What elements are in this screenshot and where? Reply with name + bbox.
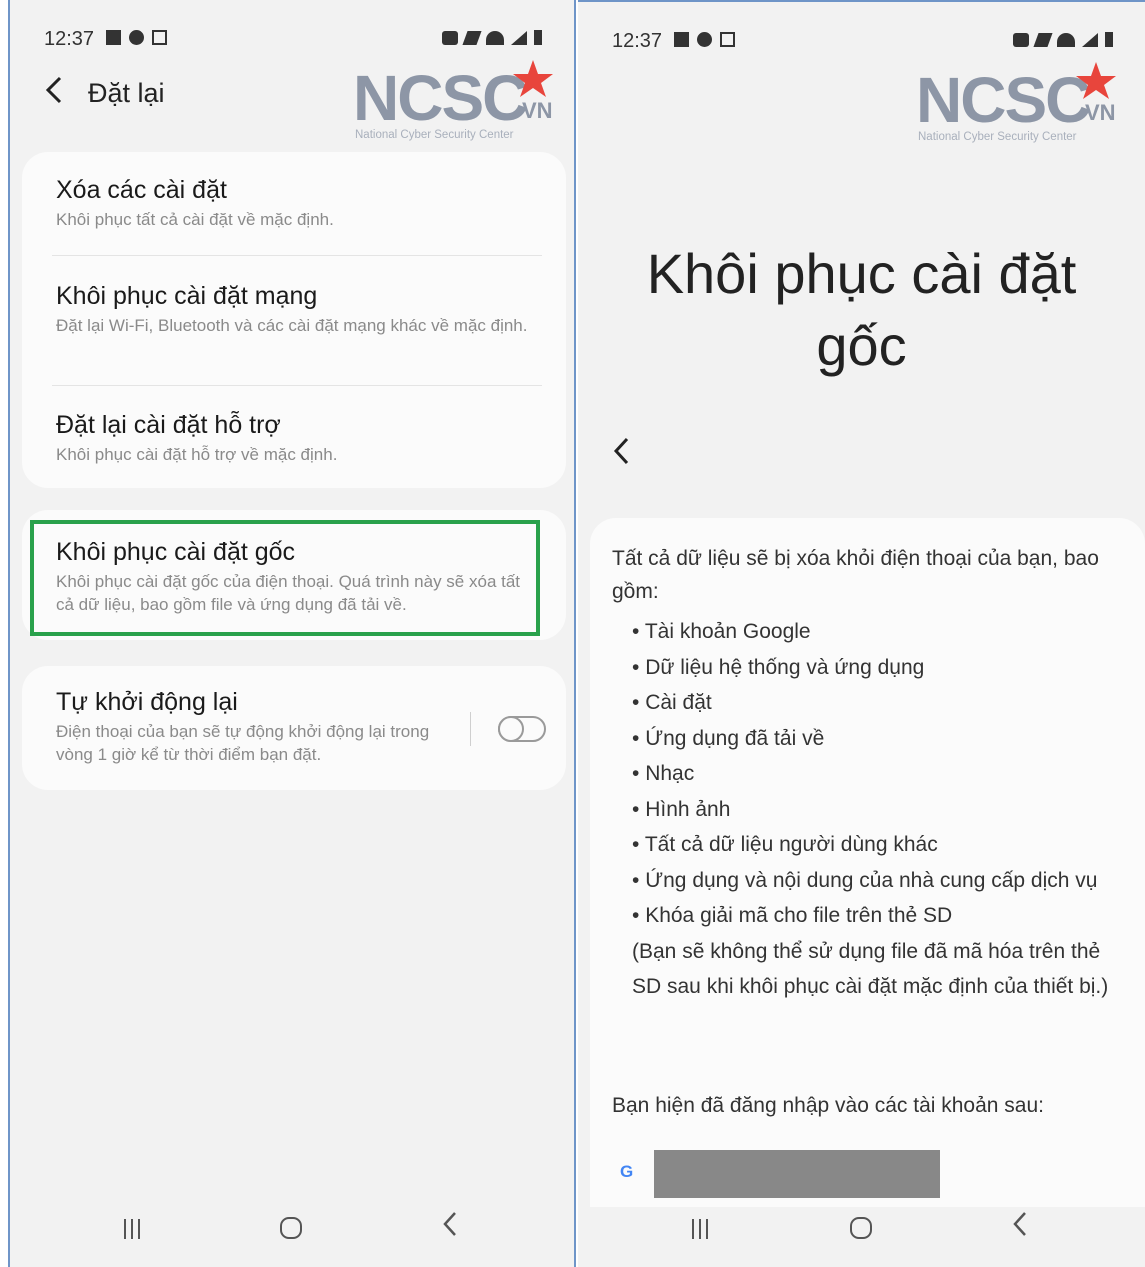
right-phone-screen: 12:37 NCSC VN National Cyber Security Ce… xyxy=(578,0,1145,1267)
factory-reset-info-card: Tất cả dữ liệu sẽ bị xóa khỏi điện thoại… xyxy=(590,518,1145,1207)
svg-text:National Cyber Security Center: National Cyber Security Center xyxy=(355,129,514,141)
left-phone-screen: 12:37 Đặt lại NCSC VN National Cyber Sec… xyxy=(8,0,576,1267)
navigation-bar xyxy=(578,1197,1145,1267)
list-item: Cài đặt xyxy=(632,685,1125,721)
auto-restart-item[interactable]: Tự khởi động lại Điện thoại của bạn sẽ t… xyxy=(56,686,436,766)
message-icon xyxy=(674,32,689,47)
calendar-icon xyxy=(152,30,167,45)
navigation-bar xyxy=(10,1197,574,1267)
item-title: Khôi phục cài đặt mạng xyxy=(56,282,318,310)
back-button[interactable] xyxy=(42,74,72,114)
alarm-icon xyxy=(1013,33,1029,47)
list-item: Ứng dụng và nội dung của nhà cung cấp dị… xyxy=(632,863,1125,899)
battery-icon xyxy=(1105,32,1113,47)
reset-options-card: Xóa các cài đặt Khôi phục tất cả cài đặt… xyxy=(22,152,566,488)
toggle-knob xyxy=(498,716,524,742)
svg-text:NCSC: NCSC xyxy=(353,62,527,134)
chevron-left-icon xyxy=(45,76,62,104)
recent-apps-button[interactable] xyxy=(692,1219,708,1239)
item-desc: Khôi phục cài đặt hỗ trợ về mặc định. xyxy=(56,445,338,464)
back-icon xyxy=(1013,1212,1026,1236)
list-item: Tất cả dữ liệu người dùng khác xyxy=(632,827,1125,863)
status-bar: 12:37 xyxy=(578,28,1145,56)
factory-reset-card: Khôi phục cài đặt gốc Khôi phục cài đặt … xyxy=(22,510,566,640)
calendar-icon xyxy=(720,32,735,47)
page-title: Đặt lại xyxy=(88,78,165,108)
erased-data-list: Tài khoản Google Dữ liệu hệ thống và ứng… xyxy=(632,614,1125,1005)
home-button[interactable] xyxy=(280,1217,302,1239)
back-icon xyxy=(443,1212,456,1236)
svg-text:National Cyber Security Center: National Cyber Security Center xyxy=(918,131,1077,143)
status-bar: 12:37 xyxy=(10,26,574,54)
mute-icon xyxy=(1033,33,1053,47)
wifi-icon xyxy=(1057,33,1075,47)
reset-network-item[interactable]: Khôi phục cài đặt mạng Đặt lại Wi-Fi, Bl… xyxy=(56,280,542,337)
page-title: Khôi phục cài đặt gốc xyxy=(646,241,1077,377)
chevron-left-icon xyxy=(613,437,629,465)
recent-apps-button[interactable] xyxy=(124,1219,140,1239)
divider xyxy=(52,385,542,386)
svg-text:NCSC: NCSC xyxy=(916,64,1090,136)
ncsc-logo: NCSC VN National Cyber Security Center xyxy=(916,60,1126,150)
notification-icons xyxy=(674,32,735,47)
toggle-separator xyxy=(470,712,471,746)
list-item: Hình ảnh xyxy=(632,792,1125,828)
wifi-icon xyxy=(486,31,504,45)
list-item: Ứng dụng đã tải về xyxy=(632,721,1125,757)
system-icons xyxy=(442,30,542,45)
back-button[interactable] xyxy=(612,436,630,475)
reset-settings-item[interactable]: Xóa các cài đặt Khôi phục tất cả cài đặt… xyxy=(56,174,542,231)
message-icon xyxy=(106,30,121,45)
item-title: Xóa các cài đặt xyxy=(56,176,227,204)
list-item: Dữ liệu hệ thống và ứng dụng xyxy=(632,650,1125,686)
alarm-icon xyxy=(442,31,458,45)
data-erase-intro: Tất cả dữ liệu sẽ bị xóa khỏi điện thoại… xyxy=(612,547,1099,603)
nav-back-button[interactable] xyxy=(1012,1209,1028,1245)
item-desc: Điện thoại của bạn sẽ tự động khởi động … xyxy=(56,722,430,764)
nav-back-button[interactable] xyxy=(442,1209,458,1245)
status-time: 12:37 xyxy=(44,28,95,50)
home-button[interactable] xyxy=(850,1217,872,1239)
status-time: 12:37 xyxy=(612,30,663,52)
list-item: Khóa giải mã cho file trên thẻ SD xyxy=(632,898,1125,934)
reset-accessibility-item[interactable]: Đặt lại cài đặt hỗ trợ Khôi phục cài đặt… xyxy=(56,409,542,466)
battery-icon xyxy=(534,30,542,45)
google-icon: G xyxy=(620,1162,634,1181)
accounts-label: Bạn hiện đã đăng nhập vào các tài khoản … xyxy=(612,1094,1044,1117)
signal-icon xyxy=(1082,33,1098,47)
list-item: Nhạc xyxy=(632,756,1125,792)
item-desc: Đặt lại Wi-Fi, Bluetooth và các cài đặt … xyxy=(56,316,528,335)
item-title: Tự khởi động lại xyxy=(56,688,238,716)
system-icons xyxy=(1013,32,1113,47)
ncsc-logo: NCSC VN National Cyber Security Center xyxy=(353,58,563,148)
sd-card-note: (Bạn sẽ không thể sử dụng file đã mã hóa… xyxy=(632,939,1109,999)
sync-icon xyxy=(697,32,712,47)
redacted-account-email xyxy=(654,1150,940,1198)
mute-icon xyxy=(462,31,482,45)
item-title: Đặt lại cài đặt hỗ trợ xyxy=(56,411,281,439)
divider xyxy=(52,255,542,256)
item-desc: Khôi phục tất cả cài đặt về mặc định. xyxy=(56,210,334,229)
highlight-box xyxy=(30,520,540,636)
sync-icon xyxy=(129,30,144,45)
notification-icons xyxy=(106,30,167,45)
auto-restart-toggle[interactable] xyxy=(498,716,546,742)
signal-icon xyxy=(511,31,527,45)
list-item: Tài khoản Google xyxy=(632,614,1125,650)
auto-restart-card: Tự khởi động lại Điện thoại của bạn sẽ t… xyxy=(22,666,566,790)
svg-text:VN: VN xyxy=(522,98,553,123)
svg-text:VN: VN xyxy=(1085,100,1116,125)
